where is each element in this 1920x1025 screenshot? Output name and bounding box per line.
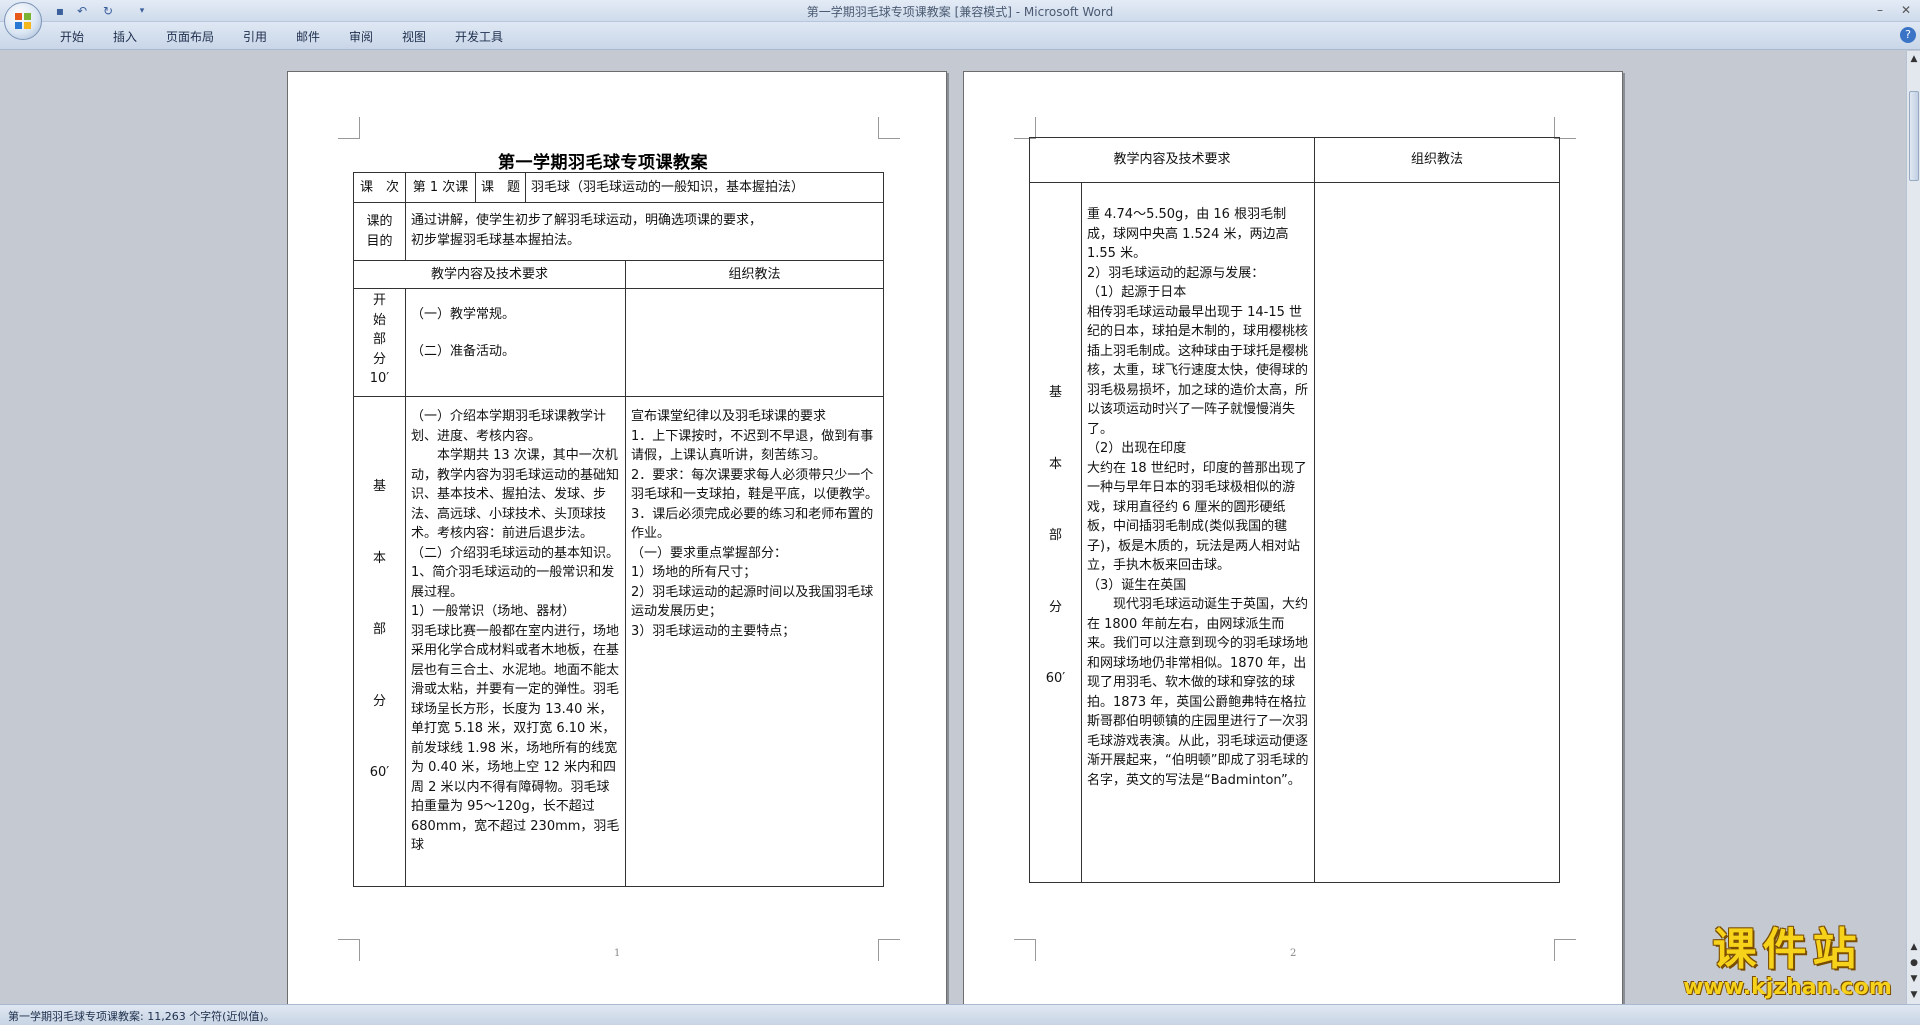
ribbon: 开始 插入 页面布局 引用 邮件 审阅 视图 开发工具 ? [0, 22, 1920, 50]
content-paragraph: 本学期共 13 次课，其中一次机动，教学内容为羽毛球运动的基础知识、基本技术、握… [411, 448, 620, 541]
tab-references[interactable]: 引用 [243, 28, 267, 45]
content-paragraph: （一）介绍本学期羽毛球课教学计划、进度、考核内容。 [411, 409, 607, 444]
content-paragraph: （1）起源于日本 [1087, 285, 1187, 300]
crop-mark [1014, 117, 1036, 139]
method-paragraph: 2．要求：每次课要求每人必须带只少一个羽毛球和一支球拍，鞋是平底，以便教学。 [631, 467, 879, 503]
crop-mark [1554, 117, 1576, 139]
start-section-content: （一）教学常规。 （二）准备活动。 [405, 288, 626, 397]
method-header: 组织教法 [624, 260, 885, 289]
crop-mark [1554, 939, 1576, 961]
vertical-scrollbar[interactable]: ▲ ▲ ● ▼ ▼ [1906, 51, 1920, 1004]
method-paragraph: 1．上下课按时，不迟到不早退，做到有事请假，上课认真听讲，刻苦练习。 [631, 428, 874, 464]
content-paragraph: （二）介绍羽毛球运动的基本知识。 [411, 545, 620, 561]
watermark-logo: 课件站 www.kjzhan.com [1670, 925, 1905, 1003]
crop-mark [338, 939, 360, 961]
content-paragraph: 2）羽毛球运动的起源与发展： [1087, 265, 1265, 281]
crop-mark [1014, 939, 1036, 961]
page-1: 第一学期羽毛球专项课教案 课 次 第 1 次课 课 题 羽毛球（羽毛球运动的一般… [287, 71, 947, 1004]
method-paragraph: （一）要求重点掌握部分： [631, 545, 788, 561]
content-paragraph: （3）诞生在英国 [1087, 577, 1187, 593]
lesson-topic-label: 课 题 [475, 172, 526, 203]
tab-view[interactable]: 视图 [402, 28, 426, 45]
content-paragraph: 重 4.74～5.50g，由 16 根羽毛制成，球网中央高 1.524 米，两边… [1087, 207, 1289, 261]
office-logo-icon [15, 13, 31, 29]
purpose-line-1: 通过讲解，使学生初步了解羽毛球运动，明确选项课的要求， [411, 213, 763, 228]
lesson-table-page2: 教学内容及技术要求 组织教法 基 本 部 分 60′ 重 4.74～5.50g，… [1028, 137, 1561, 883]
content-paragraph: 1、简介羽毛球运动的一般常识和发展过程。 [411, 565, 615, 600]
scroll-up-icon[interactable]: ▲ [1908, 53, 1920, 65]
start-section-method [624, 288, 885, 397]
method-paragraph: 2）羽毛球运动的起源时间以及我国羽毛球运动发展历史； [631, 584, 874, 620]
office-button[interactable] [4, 2, 42, 40]
scroll-down-icon[interactable]: ▼ [1908, 989, 1920, 1001]
basic-section-label: 基 本 部 分 60′ [1029, 182, 1082, 883]
content-paragraph: 羽毛球比赛一般都在室内进行，场地采用化学合成材料或者木地板，在基层也有三合土、水… [411, 623, 620, 854]
browse-object-icon[interactable]: ● [1908, 957, 1920, 969]
tab-page-layout[interactable]: 页面布局 [166, 28, 214, 45]
tab-developer[interactable]: 开发工具 [455, 28, 503, 45]
content-header: 教学内容及技术要求 [353, 260, 626, 289]
help-icon[interactable]: ? [1900, 27, 1916, 43]
basic-section-content: 重 4.74～5.50g，由 16 根羽毛制成，球网中央高 1.524 米，两边… [1080, 182, 1316, 883]
page-2: 教学内容及技术要求 组织教法 基 本 部 分 60′ 重 4.74～5.50g，… [963, 71, 1623, 1004]
content-paragraph: 大约在 18 世纪时，印度的普那出现了一种与早年日本的羽毛球极相似的游戏，球用直… [1087, 460, 1307, 574]
content-paragraph: 相传羽毛球运动最早出现于 14-15 世纪的日本，球拍是木制的，球用樱桃核插上羽… [1087, 304, 1309, 437]
page-number: 1 [614, 948, 621, 959]
close-button[interactable]: ✕ [1894, 2, 1918, 18]
start-item: （一）教学常规。 [411, 307, 516, 322]
tab-insert[interactable]: 插入 [113, 28, 137, 45]
lesson-table-page1: 课 次 第 1 次课 课 题 羽毛球（羽毛球运动的一般知识，基本握拍法） 课的目… [353, 172, 885, 887]
content-paragraph: 现代羽毛球运动诞生于英国，大约在 1800 年前左右，由网球派生而来。我们可以注… [1087, 597, 1309, 788]
method-paragraph: 1）场地的所有尺寸； [631, 565, 757, 580]
content-header: 教学内容及技术要求 [1028, 137, 1316, 183]
crop-mark [338, 117, 360, 139]
title-bar: ▪ ↶ ↻ ▾ 第一学期羽毛球专项课教案 [兼容模式] - Microsoft … [0, 0, 1920, 22]
basic-section-method: 宣布课堂纪律以及羽毛球课的要求 1．上下课按时，不迟到不早退，做到有事请假，上课… [624, 396, 885, 887]
window-title: 第一学期羽毛球专项课教案 [兼容模式] - Microsoft Word [806, 5, 1114, 19]
scroll-thumb[interactable] [1909, 91, 1919, 181]
status-bar: 第一学期羽毛球专项课教案: 11,263 个字符(近似值)。 [0, 1004, 1920, 1025]
purpose-text: 通过讲解，使学生初步了解羽毛球运动，明确选项课的要求， 初步掌握羽毛球基本握拍法… [404, 202, 885, 261]
start-item: （二）准备活动。 [411, 343, 516, 359]
document-area[interactable]: 第一学期羽毛球专项课教案 课 次 第 1 次课 课 题 羽毛球（羽毛球运动的一般… [0, 51, 1906, 1004]
content-paragraph: 1）一般常识（场地、器材） [411, 604, 576, 619]
basic-section-content: （一）介绍本学期羽毛球课教学计划、进度、考核内容。 本学期共 13 次课，其中一… [405, 396, 626, 887]
tab-home[interactable]: 开始 [60, 28, 84, 45]
tab-mailings[interactable]: 邮件 [296, 28, 320, 45]
method-paragraph: 宣布课堂纪律以及羽毛球课的要求 [631, 409, 827, 424]
method-paragraph: 3）羽毛球运动的主要特点； [631, 623, 796, 639]
tab-review[interactable]: 审阅 [349, 28, 373, 45]
watermark-url: www.kjzhan.com [1683, 975, 1892, 1000]
lesson-number-value: 第 1 次课 [405, 172, 476, 203]
minimize-button[interactable]: – [1868, 2, 1892, 18]
purpose-line-2: 初步掌握羽毛球基本握拍法。 [411, 232, 581, 248]
method-header: 组织教法 [1314, 137, 1561, 183]
previous-page-icon[interactable]: ▲ [1908, 941, 1920, 953]
next-page-icon[interactable]: ▼ [1908, 973, 1920, 985]
basic-section-label: 基 本 部 分 60′ [353, 396, 406, 887]
page-number: 2 [1290, 948, 1297, 959]
lesson-number-label: 课 次 [353, 172, 406, 203]
basic-section-method [1314, 182, 1561, 883]
purpose-label: 课的目的 [353, 202, 406, 261]
lesson-topic-value: 羽毛球（羽毛球运动的一般知识，基本握拍法） [524, 172, 885, 203]
content-paragraph: （2）出现在印度 [1087, 441, 1187, 456]
crop-mark [878, 939, 900, 961]
method-paragraph: 3．课后必须完成必要的练习和老师布置的作业。 [631, 506, 874, 542]
start-section-label: 开始部分 10′ [353, 288, 406, 397]
watermark-title: 课件站 [1712, 924, 1863, 975]
crop-mark [878, 117, 900, 139]
word-count-status[interactable]: 第一学期羽毛球专项课教案: 11,263 个字符(近似值)。 [8, 1008, 275, 1024]
document-title: 第一学期羽毛球专项课教案 [498, 153, 708, 173]
